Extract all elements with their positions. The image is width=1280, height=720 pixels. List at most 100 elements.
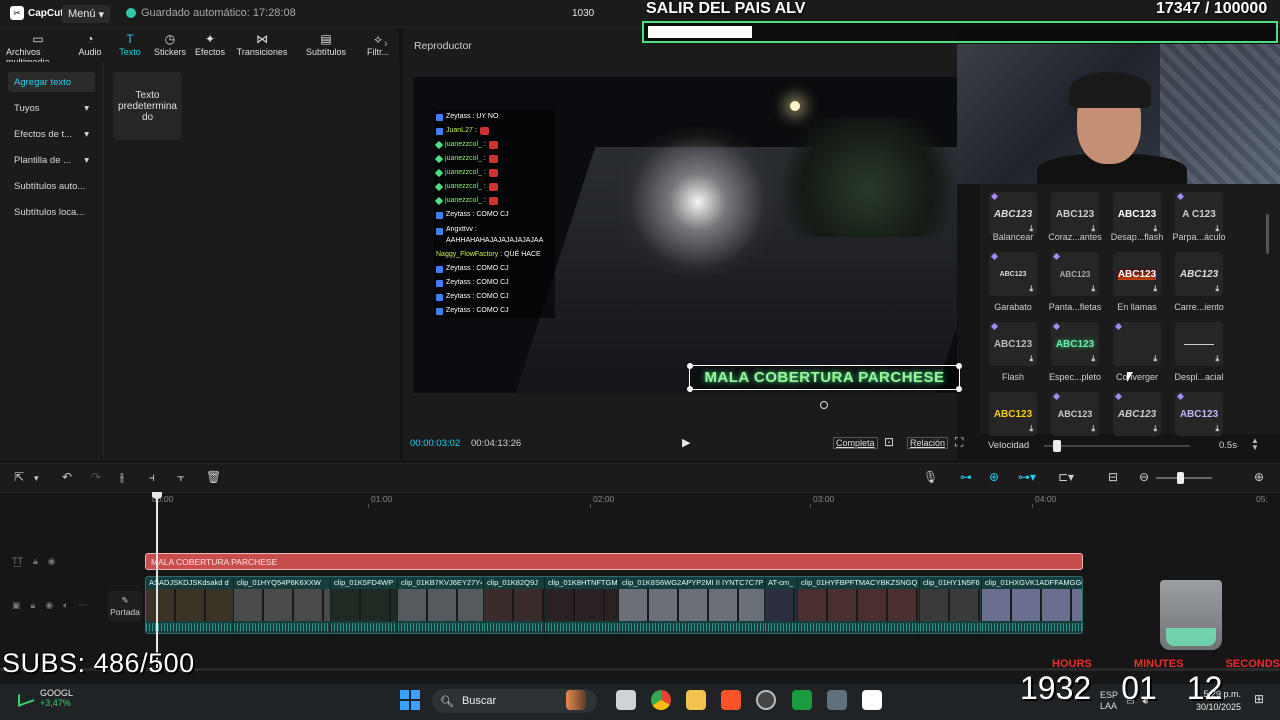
download-icon[interactable]: ⤓ [1215,354,1219,364]
sidebar-item-templates[interactable]: Plantilla de ... ▾ [8,150,95,170]
video-clip[interactable]: clip_01KB7KVJ6EY27Y4 [398,577,484,633]
text-animation-card[interactable]: ABC123 ⤓ [1113,252,1161,296]
split-right-icon[interactable]: ⫟ [177,470,184,485]
volume-icon[interactable]: 🔊︎ [1143,696,1149,707]
video-clip[interactable]: AT-cm_ [765,577,798,633]
chrome-icon[interactable] [651,690,671,710]
link-icon[interactable]: ⊶ [960,470,972,484]
text-clip[interactable]: MALA COBERTURA PARCHESE [145,553,1083,570]
sidebar-item-yours[interactable]: Tuyos ▾ [8,98,95,118]
cover-button[interactable]: ✎ Portada [108,591,142,621]
fit-timeline-icon[interactable]: ⊟ [1108,470,1118,484]
tab-stickers[interactable]: ◷ Stickers [150,28,190,62]
redo-icon[interactable]: ↷ [91,470,101,484]
brave-icon[interactable] [721,690,741,710]
zoom-out-icon[interactable]: ⊖ [1139,470,1149,484]
speed-slider-handle[interactable] [1053,440,1061,452]
network-icon[interactable]: ▭ [1126,696,1135,707]
download-icon[interactable]: ⤓ [1215,284,1219,294]
download-icon[interactable]: ⤓ [1091,284,1095,294]
video-clip[interactable]: clip_01K8S6WG2APYP2MI II IYNTC7C7P [619,577,765,633]
full-quality-button[interactable]: Completa [833,437,878,449]
video-clip[interactable]: ASADJSKDJSKdsakd d [146,577,234,633]
download-icon[interactable]: ⤓ [1029,284,1033,294]
text-animation-card[interactable]: ABC123 ⤓ [1175,392,1223,436]
text-animation-card[interactable]: ABC123 ⤓ [1051,252,1099,296]
rotate-handle[interactable] [820,401,828,409]
project-name[interactable]: 1030 [572,8,594,19]
text-animation-card[interactable]: ABC123 ⤓ [1051,392,1099,436]
video-clip[interactable]: clip_01HYFBPFTMACYBKZSNGQ [798,577,920,633]
download-icon[interactable]: ⤓ [1153,284,1157,294]
menu-button[interactable]: Menú ▾ [62,5,111,23]
download-icon[interactable]: ⤓ [1091,354,1095,364]
tab-media[interactable]: ▭Archivos multimedia [6,28,70,67]
split-icon[interactable]: ⫲ [120,470,124,485]
notification-icon[interactable]: ⊞ [1254,692,1264,706]
task-view-icon[interactable] [616,690,636,710]
lock-icon[interactable]: 🔒︎ [31,600,36,611]
windows-start-icon[interactable] [400,690,420,710]
sidebar-item-add-text[interactable]: Agregar texto [8,72,95,92]
fit-icon[interactable]: ⊡ [884,435,894,449]
playhead[interactable] [156,493,158,671]
text-animation-card[interactable]: ⤓ [1113,322,1161,366]
text-animation-card[interactable]: ABC123 ⤓ [989,322,1037,366]
zoom-in-icon[interactable]: ⊕ [1254,470,1264,484]
tab-transitions[interactable]: ⋈ Transiciones [230,28,294,62]
text-animation-card[interactable]: ABC123 ⤓ [1113,392,1161,436]
more-icon[interactable]: ⋯ [79,600,88,611]
camel-widget-icon[interactable] [566,690,586,710]
lock-icon[interactable]: 🔒︎ [33,556,38,567]
text-animation-card[interactable]: ABC123 ⤓ [989,392,1037,436]
text-animation-card[interactable]: ABC123 ⤓ [1051,322,1099,366]
video-track[interactable]: ASADJSKDJSKdsakd d clip_01HYQ54P6K6XXW cli… [145,576,1083,634]
stock-widget[interactable]: GOOGL +3,47% [18,688,73,708]
default-text-card[interactable]: Texto predetermina do [113,72,182,140]
play-icon[interactable]: ▶ [682,436,690,449]
speed-value[interactable]: 0.5s [1219,440,1237,451]
resize-handle[interactable] [956,386,962,392]
download-icon[interactable]: ⤓ [1215,424,1219,434]
text-animation-card[interactable]: ABC123 ⤓ [989,192,1037,236]
ratio-button[interactable]: Relación [907,437,949,449]
text-animation-card[interactable]: ABC123 ⤓ [1051,192,1099,236]
zoom-slider-handle[interactable] [1177,472,1184,484]
eye-icon[interactable]: ◉ [48,556,56,567]
eye-icon[interactable]: ◉ [45,600,53,611]
download-icon[interactable]: ⤓ [1029,424,1033,434]
text-animation-card[interactable]: ABC123 ⤓ [1175,252,1223,296]
sidebar-item-text-effects[interactable]: Efectos de t... ▾ [8,124,95,144]
split-left-icon[interactable]: ⫞ [149,470,155,485]
tab-subtitles[interactable]: ▤ Subtítulos [294,28,358,62]
download-icon[interactable]: ⤓ [1153,424,1157,434]
tab-effects[interactable]: ✦ Efectos [190,28,230,62]
settings-icon[interactable] [827,690,847,710]
speed-slider[interactable] [1044,445,1190,447]
select-tool-icon[interactable]: ⇱ [14,470,24,484]
audio-mute-icon[interactable]: 🔈︎ [63,600,68,611]
video-clip[interactable]: clip_01K82Q9J [484,577,545,633]
text-overlay-box[interactable]: MALA COBERTURA PARCHESE [687,363,962,392]
fullscreen-icon[interactable]: ⛶ [955,435,963,450]
delete-icon[interactable]: 🗑 [206,470,221,484]
download-icon[interactable]: ⤓ [1091,424,1095,434]
download-icon[interactable]: ⤓ [1029,354,1033,364]
snap-icon[interactable]: ⊶▾ [1018,470,1036,484]
magnet-icon[interactable]: ⊕ [989,470,999,484]
sidebar-item-local-subtitles[interactable]: Subtítulos loca... [8,202,95,222]
video-clip[interactable]: clip_01HY1N5F6 [920,577,982,633]
xbox-icon[interactable] [792,690,812,710]
text-animation-card[interactable]: ABC123 ⤓ [989,252,1037,296]
chevron-right-icon[interactable]: › [384,38,388,50]
preview-axis-icon[interactable]: ⊏▾ [1058,470,1074,484]
panel-scrollbar[interactable] [1266,214,1269,254]
undo-icon[interactable]: ↶ [62,470,72,484]
download-icon[interactable]: ⤓ [1153,354,1157,364]
chevron-down-icon[interactable]: ▾ [34,473,39,484]
obs-icon[interactable] [756,690,776,710]
resize-handle[interactable] [687,363,693,369]
capcut-taskbar-icon[interactable] [862,690,882,710]
zoom-slider[interactable] [1156,477,1212,479]
sidebar-item-auto-subtitles[interactable]: Subtítulos auto... [8,176,95,196]
